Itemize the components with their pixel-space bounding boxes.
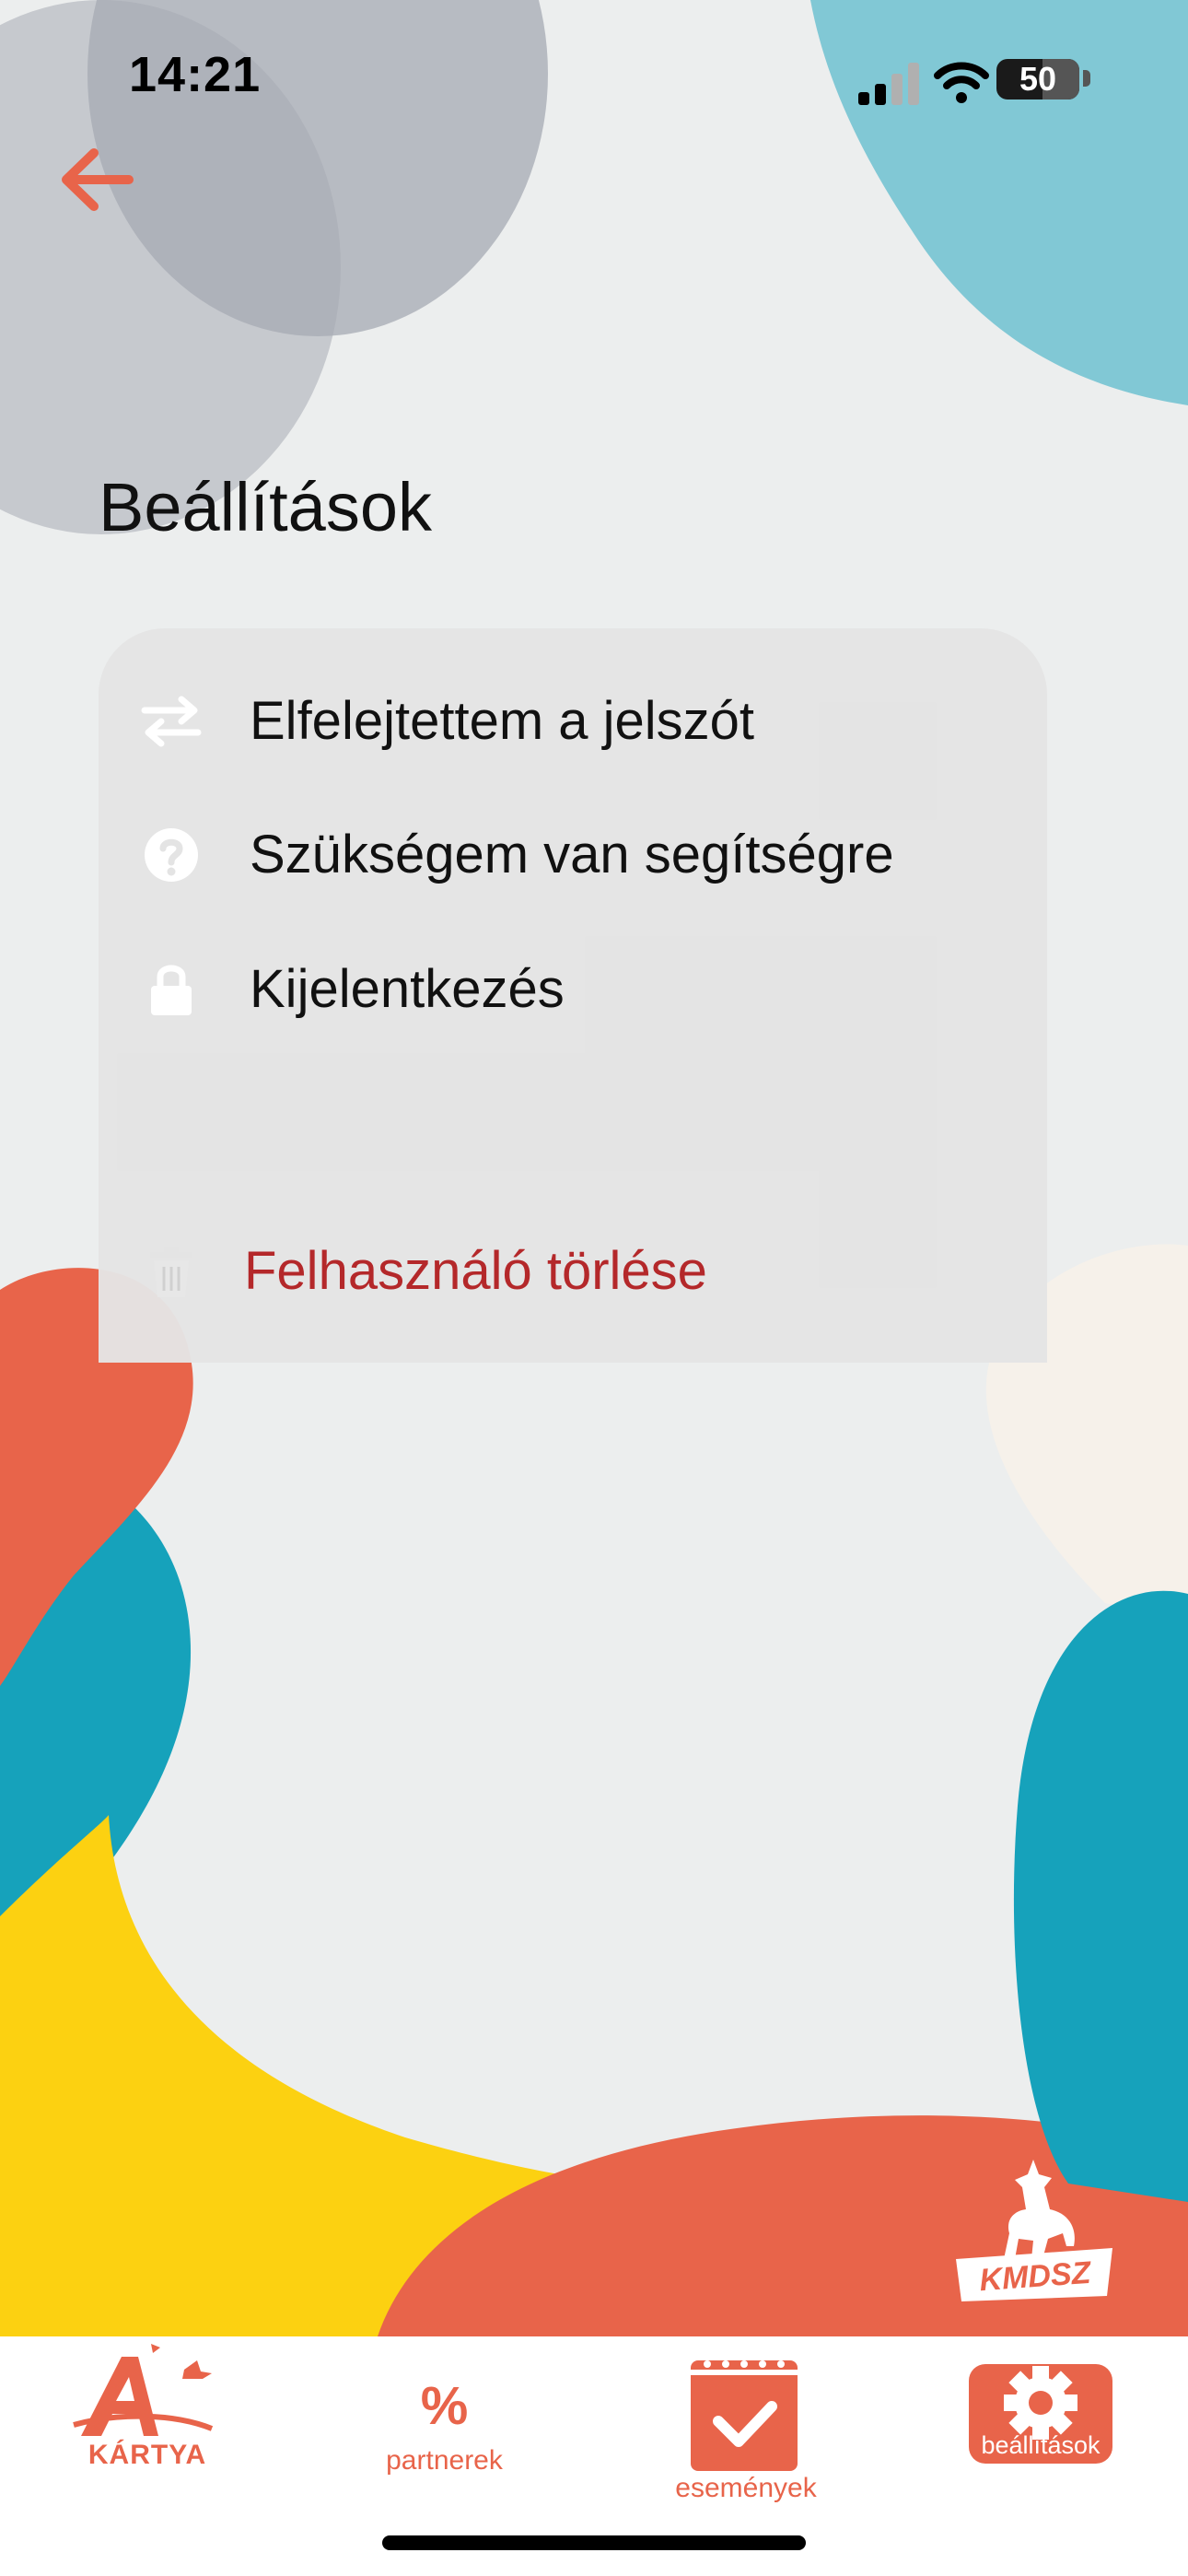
battery-icon: 50 xyxy=(996,59,1079,100)
kmdsz-logo: KMDSZ xyxy=(949,2156,1119,2317)
battery-level: 50 xyxy=(1019,60,1057,98)
help-circle-icon xyxy=(141,827,202,883)
tab-karta-label: KÁRTYA xyxy=(87,2440,207,2470)
tab-esemenyek-label: események xyxy=(675,2473,817,2503)
logout-label: Kijelentkezés xyxy=(250,959,565,1019)
forgot-password-item[interactable]: Elfelejtettem a jelszót xyxy=(99,666,1047,777)
lock-icon xyxy=(141,962,202,1017)
home-indicator xyxy=(382,2535,806,2550)
tab-beallitasok-label: beállítások xyxy=(981,2431,1101,2459)
status-time: 14:21 xyxy=(129,47,262,102)
help-item[interactable]: Szükségem van segítségre xyxy=(99,800,1047,910)
status-icons: 50 xyxy=(858,53,1107,109)
status-bar: 14:21 50 xyxy=(0,0,1188,147)
tab-esemenyek[interactable]: események xyxy=(654,2336,838,2521)
percent-icon: % xyxy=(420,2376,469,2436)
forgot-password-label: Elfelejtettem a jelszót xyxy=(250,691,755,751)
tab-partnerek[interactable]: % partnerek xyxy=(364,2336,525,2521)
karta-logo-icon xyxy=(73,2344,214,2436)
arrow-left-icon xyxy=(62,148,134,211)
page-title: Beállítások xyxy=(99,469,432,545)
logout-item[interactable]: Kijelentkezés xyxy=(99,934,1047,1045)
back-button[interactable] xyxy=(55,138,138,221)
tab-karta[interactable]: KÁRTYA xyxy=(64,2336,230,2521)
tab-beallitasok[interactable]: beállítások xyxy=(958,2336,1124,2521)
delete-user-item[interactable]: Felhasználó törlése xyxy=(99,1216,1047,1327)
swap-arrows-icon xyxy=(141,694,202,749)
cellular-signal-icon xyxy=(858,63,919,105)
wifi-icon xyxy=(934,62,989,103)
calendar-check-icon xyxy=(691,2360,798,2471)
trash-icon xyxy=(141,1244,202,1299)
help-label: Szükségem van segítségre xyxy=(250,825,894,884)
tab-partnerek-label: partnerek xyxy=(386,2445,503,2476)
delete-user-label: Felhasználó törlése xyxy=(244,1241,707,1301)
